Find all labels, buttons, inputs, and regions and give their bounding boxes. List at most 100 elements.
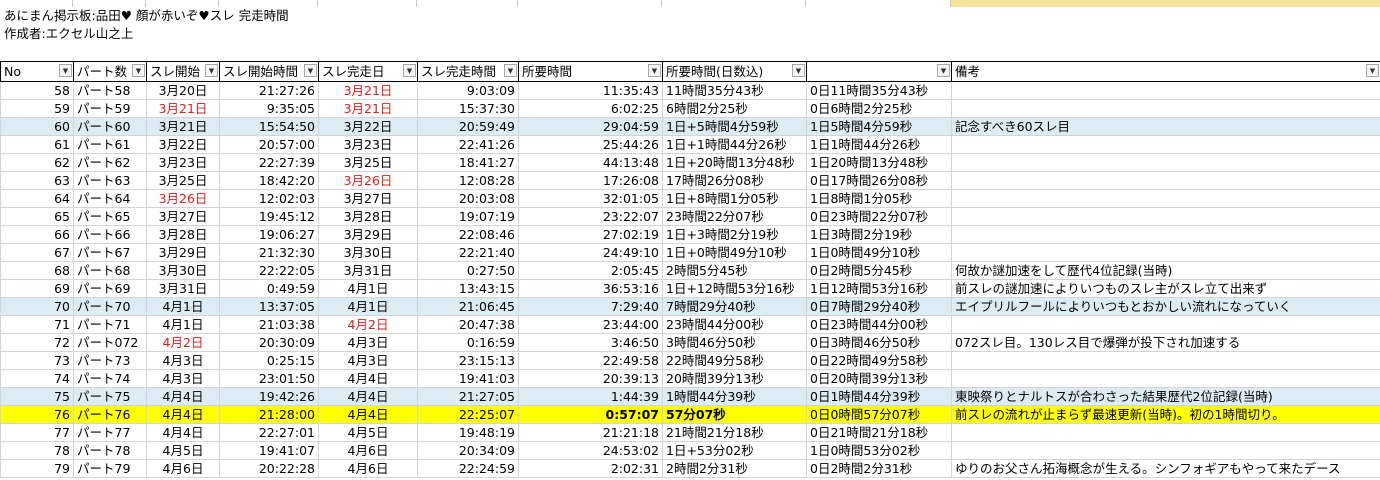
cell-duration-text[interactable]: 21時間21分18秒 [662,423,807,442]
cell-duration-text[interactable]: 1日+1時間44分26秒 [662,135,807,154]
cell-duration-text[interactable]: 1日+53分02秒 [662,441,807,460]
cell-start-date[interactable]: 4月5日 [146,441,220,460]
cell-note[interactable] [951,135,1380,154]
cell-end-time[interactable]: 9:03:09 [417,81,519,100]
cell-no[interactable]: 72 [0,333,74,352]
header-end-date[interactable]: スレ完走日 ▼ [318,61,418,82]
header-no[interactable]: No ▼ [0,61,74,82]
cell-note[interactable]: 前スレの謎加速によりいつものスレ主がスレ立て出来ず [951,279,1380,298]
cell-part[interactable]: パート71 [73,315,147,334]
cell-no[interactable]: 75 [0,387,74,406]
cell-start-time[interactable]: 22:22:05 [219,261,319,280]
cell-note[interactable]: ゆりのお父さん拓海概念が生える。シンフォギアもやって来たデース [951,459,1380,478]
cell-end-time[interactable]: 22:25:07 [417,405,519,424]
cell-no[interactable]: 74 [0,369,74,388]
cell-note[interactable]: エイプリルフールによりいつもとおかしい流れになっていく [951,297,1380,316]
cell-start-date[interactable]: 3月23日 [146,153,220,172]
cell-duration-days[interactable]: 0日23時間22分07秒 [806,207,952,226]
cell-note[interactable] [951,99,1380,118]
header-start-date[interactable]: スレ開始 ▼ [146,61,220,82]
cell-part[interactable]: パート74 [73,369,147,388]
cell-part[interactable]: パート67 [73,243,147,262]
cell-duration-text[interactable]: 23時間22分07秒 [662,207,807,226]
cell-part[interactable]: パート78 [73,441,147,460]
cell-duration[interactable]: 22:49:58 [518,351,663,370]
cell-start-date[interactable]: 3月21日 [146,117,220,136]
cell-no[interactable]: 73 [0,351,74,370]
cell-start-time[interactable]: 19:42:26 [219,387,319,406]
cell-end-date[interactable]: 4月6日 [318,459,418,478]
cell-duration[interactable]: 2:05:45 [518,261,663,280]
dropdown-arrow-icon[interactable]: ▼ [1366,64,1379,77]
cell-duration-text[interactable]: 57分07秒 [662,405,807,424]
cell-end-time[interactable]: 20:34:09 [417,441,519,460]
cell-part[interactable]: パート64 [73,189,147,208]
cell-duration[interactable]: 23:44:00 [518,315,663,334]
cell-duration-text[interactable]: 22時間49分58秒 [662,351,807,370]
cell-duration-text[interactable]: 1時間44分39秒 [662,387,807,406]
cell-start-time[interactable]: 22:27:39 [219,153,319,172]
cell-note[interactable]: 東映祭りとナルトスが合わさった結果歴代2位記録(当時) [951,387,1380,406]
cell-no[interactable]: 62 [0,153,74,172]
cell-note[interactable] [951,243,1380,262]
cell-part[interactable]: パート072 [73,333,147,352]
cell-duration-text[interactable]: 2時間2分31秒 [662,459,807,478]
cell-start-date[interactable]: 3月31日 [146,279,220,298]
cell-part[interactable]: パート59 [73,99,147,118]
cell-end-time[interactable]: 23:15:13 [417,351,519,370]
header-start-time[interactable]: スレ開始時間 ▼ [219,61,319,82]
cell-note[interactable]: 記念すべき60スレ目 [951,117,1380,136]
cell-duration-days[interactable]: 0日7時間29分40秒 [806,297,952,316]
cell-duration-days[interactable]: 0日0時間57分07秒 [806,405,952,424]
cell-duration-days[interactable]: 0日22時間49分58秒 [806,351,952,370]
dropdown-arrow-icon[interactable]: ▼ [504,64,517,77]
cell-end-time[interactable]: 19:48:19 [417,423,519,442]
cell-end-time[interactable]: 22:08:46 [417,225,519,244]
cell-no[interactable]: 63 [0,171,74,190]
cell-no[interactable]: 58 [0,81,74,100]
cell-duration[interactable]: 44:13:48 [518,153,663,172]
cell-note[interactable] [951,153,1380,172]
cell-end-time[interactable]: 21:27:05 [417,387,519,406]
cell-duration-days[interactable]: 0日11時間35分43秒 [806,81,952,100]
cell-start-time[interactable]: 19:06:27 [219,225,319,244]
cell-start-time[interactable]: 21:28:00 [219,405,319,424]
cell-duration[interactable]: 29:04:59 [518,117,663,136]
cell-duration-days[interactable]: 0日20時間39分13秒 [806,369,952,388]
cell-end-time[interactable]: 19:07:19 [417,207,519,226]
cell-no[interactable]: 78 [0,441,74,460]
cell-start-date[interactable]: 3月29日 [146,243,220,262]
cell-note[interactable] [951,225,1380,244]
cell-start-time[interactable]: 18:42:20 [219,171,319,190]
cell-duration-days[interactable]: 0日1時間44分39秒 [806,387,952,406]
dropdown-arrow-icon[interactable]: ▼ [59,64,72,77]
cell-end-date[interactable]: 3月28日 [318,207,418,226]
cell-part[interactable]: パート65 [73,207,147,226]
cell-end-date[interactable]: 4月1日 [318,279,418,298]
cell-duration[interactable]: 36:53:16 [518,279,663,298]
cell-start-date[interactable]: 4月2日 [146,333,220,352]
cell-duration-text[interactable]: 1日+20時間13分48秒 [662,153,807,172]
cell-note[interactable] [951,171,1380,190]
cell-duration-text[interactable]: 3時間46分50秒 [662,333,807,352]
cell-note[interactable]: 何故か謎加速をして歴代4位記録(当時) [951,261,1380,280]
cell-duration-text[interactable]: 1日+0時間49分10秒 [662,243,807,262]
cell-end-time[interactable]: 13:43:15 [417,279,519,298]
cell-note[interactable] [951,351,1380,370]
dropdown-arrow-icon[interactable]: ▼ [937,64,950,77]
cell-start-date[interactable]: 4月1日 [146,315,220,334]
cell-duration-text[interactable]: 1日+3時間2分19秒 [662,225,807,244]
cell-end-time[interactable]: 19:41:03 [417,369,519,388]
cell-duration-days[interactable]: 1日8時間1分05秒 [806,189,952,208]
cell-duration[interactable]: 32:01:05 [518,189,663,208]
cell-start-time[interactable]: 15:54:50 [219,117,319,136]
cell-duration-days[interactable]: 0日6時間2分25秒 [806,99,952,118]
dropdown-arrow-icon[interactable]: ▼ [792,64,805,77]
cell-start-time[interactable]: 22:27:01 [219,423,319,442]
cell-start-date[interactable]: 4月4日 [146,387,220,406]
cell-no[interactable]: 68 [0,261,74,280]
cell-start-time[interactable]: 23:01:50 [219,369,319,388]
cell-duration[interactable]: 2:02:31 [518,459,663,478]
cell-end-date[interactable]: 4月4日 [318,405,418,424]
cell-no[interactable]: 76 [0,405,74,424]
